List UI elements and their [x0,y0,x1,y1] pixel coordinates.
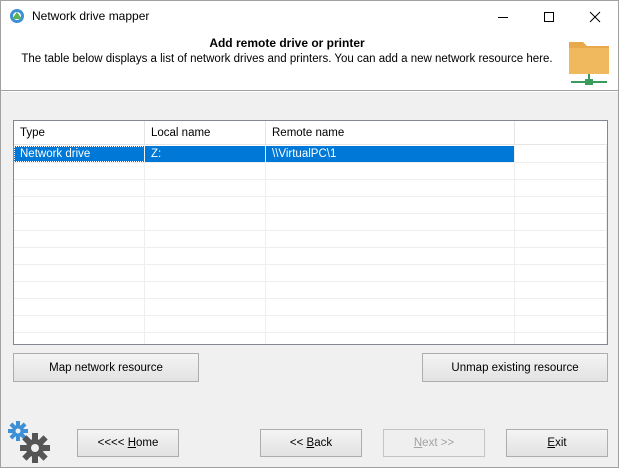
empty-row [14,333,607,344]
column-header-local-name[interactable]: Local name [145,121,266,145]
empty-row [14,163,607,180]
maximize-icon [544,11,554,22]
empty-row [14,197,607,214]
back-button[interactable]: << Back [260,429,362,457]
map-network-resource-button[interactable]: Map network resource [13,353,199,382]
network-resources-table[interactable]: Type Local name Remote name Network driv… [13,120,608,345]
wizard-header: Add remote drive or printer The table be… [1,32,618,90]
next-button-hotkey: N [413,437,423,449]
minimize-icon [498,16,508,18]
exit-button[interactable]: Exit [506,429,608,457]
app-window: Network drive mapper Add remote drive or… [0,0,619,468]
empty-row [14,214,607,231]
unmap-existing-resource-button[interactable]: Unmap existing resource [422,353,608,382]
cell-remote-name: \\VirtualPC\1 [266,146,515,162]
home-button-rest: ome [136,437,159,449]
column-header-type[interactable]: Type [14,121,145,145]
page-title: Add remote drive or printer [209,36,365,50]
close-button[interactable] [572,1,618,32]
cell-type: Network drive [14,146,145,162]
minimize-button[interactable] [480,1,526,32]
empty-row [14,180,607,197]
exit-button-rest: xit [555,437,567,449]
network-folder-icon [569,42,609,85]
window-title: Network drive mapper [32,9,150,23]
home-button[interactable]: <<<< Home [77,429,179,457]
empty-row [14,282,607,299]
next-button[interactable]: Next >> [383,429,485,457]
home-button-hotkey: H [127,437,136,449]
home-button-prefix: <<<< [97,437,128,449]
empty-row [14,265,607,282]
table-header: Type Local name Remote name [14,121,607,145]
back-button-prefix: << [289,437,307,449]
next-button-rest: ext >> [422,437,455,449]
back-button-hotkey: B [306,437,315,449]
empty-row [14,316,607,333]
maximize-button[interactable] [526,1,572,32]
empty-row [14,299,607,316]
empty-row [14,248,607,265]
title-bar[interactable]: Network drive mapper [1,1,618,32]
cell-empty [515,146,607,162]
app-logo-icon [9,8,25,24]
exit-button-hotkey: E [547,437,556,449]
settings-gear-icon[interactable] [6,419,54,467]
table-row[interactable]: Network drive Z: \\VirtualPC\1 [14,146,607,163]
header-divider [1,90,618,92]
cell-local-name: Z: [145,146,266,162]
close-icon [589,11,601,22]
page-description: The table below displays a list of netwo… [21,53,553,65]
table-body: Network drive Z: \\VirtualPC\1 [14,146,607,344]
column-header-remote-name[interactable]: Remote name [266,121,515,145]
back-button-rest: ack [314,437,333,449]
column-header-empty [515,121,607,145]
empty-row [14,231,607,248]
